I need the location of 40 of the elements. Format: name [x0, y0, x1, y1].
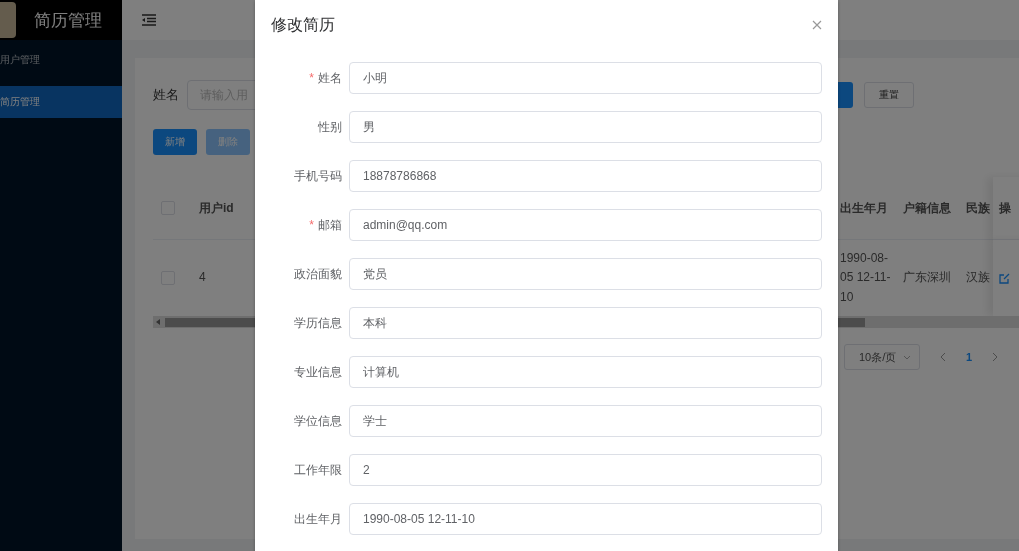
logo-image — [0, 2, 16, 38]
input-field[interactable]: admin@qq.com — [349, 209, 822, 241]
field-label: 学位信息 — [293, 412, 343, 430]
table-cell-text: 4 — [198, 269, 207, 287]
table-cell-text: 广东深圳 — [902, 269, 952, 287]
input-field[interactable]: 本科 — [349, 307, 822, 339]
menu-item[interactable]: 用户管理 — [0, 44, 122, 76]
field-label: 学历信息 — [293, 314, 343, 332]
menu-item[interactable]: 简历管理 — [0, 86, 122, 118]
table-cell-text: 1990-08-05 12-11-10 — [840, 250, 892, 306]
input-field[interactable]: 1990-08-05 12-11-10 — [349, 503, 822, 535]
app-title: 简历管理 — [34, 9, 102, 32]
field-label: 工作年限 — [293, 461, 343, 479]
field-label: 手机号码 — [293, 167, 343, 185]
input-field[interactable]: 党员 — [349, 258, 822, 290]
input-field[interactable]: 学士 — [349, 405, 822, 437]
input-field[interactable]: 男 — [349, 111, 822, 143]
close-button[interactable] — [812, 20, 822, 30]
field-label: * 姓名 — [308, 69, 343, 87]
column-header: 户籍信息 — [895, 177, 958, 240]
field-label: 性别 — [317, 118, 343, 136]
menu-fold-icon[interactable] — [142, 14, 156, 26]
field-label: 政治面貌 — [293, 265, 343, 283]
column-header: 用户id — [190, 177, 250, 240]
search-label: 姓名 — [153, 86, 179, 104]
input-field[interactable]: 18878786868 — [349, 160, 822, 192]
input-field[interactable]: 2 — [349, 454, 822, 486]
input-field[interactable]: 小明 — [349, 62, 822, 94]
table-cell-text: 汉族 — [965, 269, 991, 287]
input-field[interactable]: 计算机 — [349, 356, 822, 388]
edit-icon[interactable] — [999, 272, 1010, 284]
dialog-title: 修改简历 — [271, 14, 335, 35]
next-page-icon[interactable] — [992, 352, 999, 362]
field-label: 专业信息 — [293, 363, 343, 381]
field-label: 出生年月 — [293, 510, 343, 528]
prev-page-icon[interactable] — [940, 352, 946, 362]
page-size-select[interactable]: 10条/页 — [844, 344, 920, 370]
chevron-down-icon — [903, 354, 911, 360]
reset-button[interactable]: 重置 — [864, 82, 914, 108]
field-label: * 邮箱 — [308, 216, 343, 234]
